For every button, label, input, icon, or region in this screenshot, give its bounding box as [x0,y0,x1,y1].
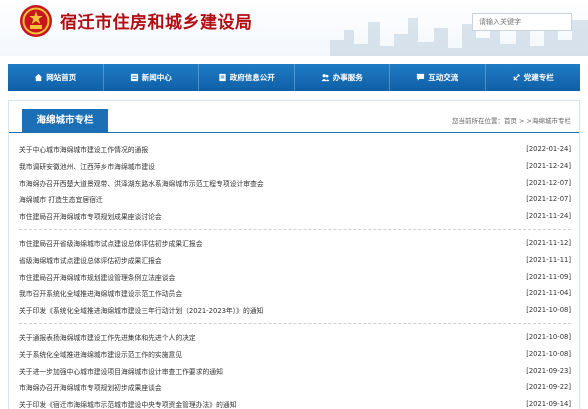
party-icon [512,73,520,81]
list-item[interactable]: 我市召开系统化全域推进海绵城市建设示范工作动员会 [2021-11-04] [19,285,571,302]
article-date: [2021-11-12] [526,239,571,248]
article-title[interactable]: 关于印发《系统化全域推进海绵城市建设三年行动计划（2021-2023年）》的通知 [19,305,263,315]
article-title[interactable]: 关于中心城市海绵城市建设工作情况的通报 [19,144,148,154]
article-group-3: 关于通报表扬海绵城市建设工作先进集体和先进个人的决定 [2021-10-08] 关… [19,329,571,409]
article-date: [2022-01-24] [526,145,571,154]
breadcrumb: 您当前所在位置：首页 > >海绵城市专栏 [451,117,571,125]
service-icon [321,74,330,82]
article-title[interactable]: 关于通报表扬海绵城市建设工作先进集体和先进个人的决定 [19,332,196,342]
article-date: [2021-10-08] [526,333,571,342]
list-item[interactable]: 关于中心城市海绵城市建设工作情况的通报 [2022-01-24] [19,141,571,158]
article-date: [2021-09-22] [526,383,571,392]
article-date: [2021-12-07] [526,178,571,187]
article-date: [2021-09-23] [526,366,571,375]
list-item[interactable]: 海绵城市 打造生态宜居宿迁 [2021-12-07] [19,191,571,208]
nav-party[interactable]: 党建专栏 [486,64,581,91]
article-date: [2021-12-07] [526,195,571,204]
article-title[interactable]: 市海绵办召开西楚大道景观带、洪泽湖东路水系海绵城市示范工程专项设计审查会 [19,178,264,188]
article-date: [2021-09-14] [526,400,571,409]
home-icon [35,73,43,82]
nav-service-label: 办事服务 [332,73,363,82]
article-title[interactable]: 关于系统化全域推进海绵城市建设示范工作的实施意见 [19,349,182,359]
nav-interact[interactable]: 互动交流 [390,64,486,91]
column-title: 海绵城市专栏 [22,109,108,133]
national-emblem-icon [20,5,52,37]
group-divider [19,323,571,324]
article-date: [2021-11-24] [526,212,571,221]
list-item[interactable]: 省级海绵城市试点建设总体评估初步成果汇报会 [2021-11-11] [19,252,571,269]
chat-icon [417,73,425,81]
nav-news-label: 新闻中心 [141,73,172,82]
article-title[interactable]: 我市调研安徽池州、江西萍乡市海绵城市建设 [19,161,155,171]
article-title[interactable]: 关于进一步加强中心城市建设项目海绵城市设计审查工作要求的通知 [19,366,223,376]
article-title[interactable]: 市住建局召开海绵城市专项规划成果座谈讨论会 [19,211,162,221]
article-date: [2021-10-08] [526,306,571,315]
article-date: [2021-10-08] [526,350,571,359]
nav-home[interactable]: 网站首页 [8,64,104,91]
article-title[interactable]: 海绵城市 打造生态宜居宿迁 [19,194,103,204]
list-item[interactable]: 关于印发《系统化全域推进海绵城市建设三年行动计划（2021-2023年）》的通知… [19,302,571,319]
nav-info[interactable]: 政府信息公开 [199,64,295,91]
panel-header: 海绵城市专栏 您当前所在位置：首页 > >海绵城市专栏 [9,101,579,133]
list-item[interactable]: 市住建局召开海绵城市专项规划成果座谈讨论会 [2021-11-24] [19,208,571,225]
article-title[interactable]: 我市召开系统化全域推进海绵城市建设示范工作动员会 [19,288,182,298]
article-group-2: 市住建局召开省级海绵城市试点建设总体评估初步成果汇报会 [2021-11-12] … [19,235,571,318]
article-group-1: 关于中心城市海绵城市建设工作情况的通报 [2022-01-24] 我市调研安徽池州… [19,141,571,224]
list-item[interactable]: 市住建局召开省级海绵城市试点建设总体评估初步成果汇报会 [2021-11-12] [19,235,571,252]
group-divider [19,229,571,230]
nav-home-label: 网站首页 [46,73,77,82]
nav-party-label: 党建专栏 [523,73,554,82]
article-title[interactable]: 市住建局召开省级海绵城市试点建设总体评估初步成果汇报会 [19,238,203,248]
list-item[interactable]: 市住建局召开海绵城市规划建设管理条例立法座谈会 [2021-11-09] [19,268,571,285]
nav-info-label: 政府信息公开 [229,73,275,82]
content-panel: 海绵城市专栏 您当前所在位置：首页 > >海绵城市专栏 关于中心城市海绵城市建设… [8,100,580,409]
article-title[interactable]: 市住建局召开海绵城市规划建设管理条例立法座谈会 [19,272,175,282]
info-icon [219,73,226,82]
news-icon [130,73,138,82]
nav-service[interactable]: 办事服务 [295,64,390,91]
list-item[interactable]: 市海绵办召开海绵城市专项规划初步成果座谈会 [2021-09-22] [19,379,571,396]
article-title[interactable]: 关于印发《宿迁市海绵城市示范城市建设中央专项资金管理办法》的通知 [19,399,237,409]
article-date: [2021-11-04] [526,289,571,298]
site-header: 宿迁市住房和城乡建设局 [0,0,588,56]
article-date: [2021-12-24] [526,162,571,171]
list-item[interactable]: 关于通报表扬海绵城市建设工作先进集体和先进个人的决定 [2021-10-08] [19,329,571,346]
list-item[interactable]: 关于系统化全域推进海绵城市建设示范工作的实施意见 [2021-10-08] [19,346,571,363]
main-nav: 网站首页 新闻中心 政府信息公开 办事服务 互动交流 党建专栏 [8,64,580,91]
article-title[interactable]: 市海绵办召开海绵城市专项规划初步成果座谈会 [19,382,162,392]
list-item[interactable]: 我市调研安徽池州、江西萍乡市海绵城市建设 [2021-12-24] [19,158,571,175]
nav-news[interactable]: 新闻中心 [104,64,199,91]
list-item[interactable]: 关于进一步加强中心城市建设项目海绵城市设计审查工作要求的通知 [2021-09-2… [19,362,571,379]
site-title: 宿迁市住房和城乡建设局 [60,13,253,33]
article-title[interactable]: 省级海绵城市试点建设总体评估初步成果汇报会 [19,255,162,265]
article-date: [2021-11-11] [526,256,571,265]
list-item[interactable]: 关于印发《宿迁市海绵城市示范城市建设中央专项资金管理办法》的通知 [2021-09… [19,396,571,409]
search-input[interactable] [472,13,572,31]
list-item[interactable]: 市海绵办召开西楚大道景观带、洪泽湖东路水系海绵城市示范工程专项设计审查会 [202… [19,174,571,191]
nav-interact-label: 互动交流 [428,73,459,82]
article-date: [2021-11-09] [526,272,571,281]
